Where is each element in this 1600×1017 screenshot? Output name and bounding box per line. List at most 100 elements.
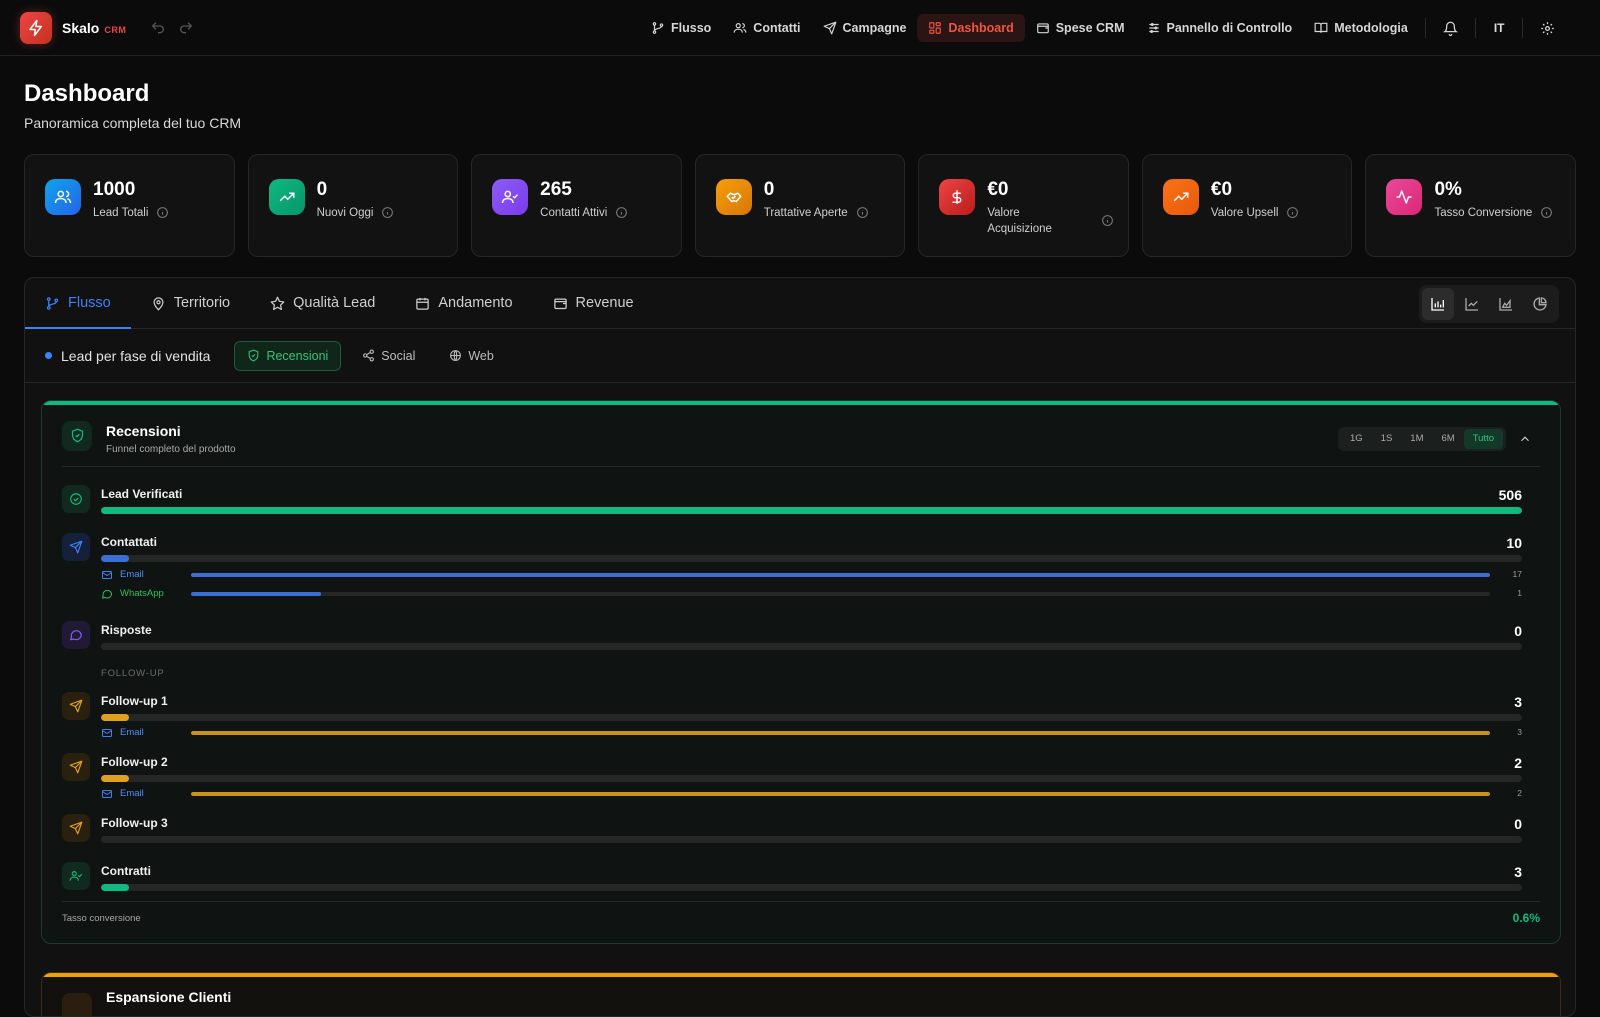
kpi-label: Trattative Aperte [763,207,848,219]
settings-button[interactable] [1529,14,1566,42]
redo-icon[interactable] [178,20,194,36]
tab-bar: Flusso Territorio Qualità Lead Andamento… [25,278,1575,329]
nav-divider [1424,18,1426,38]
stage-name: Follow-up 3 [101,816,168,830]
tab-qualita-lead[interactable]: Qualità Lead [250,278,395,328]
nav-contatti[interactable]: Contatti [722,14,811,42]
kpi-card-nuovi-oggi[interactable]: 0 Nuovi Oggi [247,154,459,257]
kpi-card-trattative-aperte[interactable]: 0 Trattative Aperte [694,154,906,257]
period-1m[interactable]: 1M [1401,429,1432,449]
nav-flusso[interactable]: Flusso [640,14,722,42]
language-switcher[interactable]: IT [1482,21,1517,35]
grid-icon [928,21,942,35]
wallet-icon [553,296,568,311]
funnel-stage: Lead Verificati 506 [62,485,1522,517]
kpi-card-valore-acquisizione[interactable]: €0 Valore Acquisizione [918,154,1129,257]
stage-value: 2 [1514,755,1522,771]
logo-icon[interactable] [20,11,52,44]
stage-name: Lead Verificati [101,487,183,501]
info-icon[interactable] [1286,206,1299,219]
funnel-title: Recensioni [106,423,181,439]
tab-flusso[interactable]: Flusso [25,278,131,329]
funnel-subtitle: Funnel completo del prodotto [106,444,236,455]
filter-recensioni[interactable]: Recensioni [234,340,342,371]
info-icon[interactable] [156,206,169,219]
shield-check-icon [247,349,260,362]
conversion-value: 0.6% [1512,911,1540,925]
pie-chart-icon[interactable] [1524,288,1556,320]
nav-label: Contatti [753,21,801,35]
line-chart-icon[interactable] [1456,288,1488,320]
period-6m[interactable]: 6M [1433,429,1464,449]
tab-label: Revenue [575,295,634,311]
kpi-card-contatti-attivi[interactable]: 265 Contatti Attivi [471,154,682,257]
filter-label: Social [381,348,416,363]
period-tutto[interactable]: Tutto [1463,429,1503,449]
tab-revenue[interactable]: Revenue [533,278,654,328]
filter-social[interactable]: Social [349,341,428,371]
channel-row: WhatsApp 1 [101,588,1522,600]
bar-chart-icon[interactable] [1422,288,1454,320]
main-nav: Flusso Contatti Campagne Dashboard Spese… [640,14,1566,42]
kpi-label: Nuovi Oggi [316,207,374,219]
nav-metodologia[interactable]: Metodologia [1303,14,1419,42]
stage-name: Contratti [101,864,151,878]
dollar-icon [939,179,976,215]
period-1g[interactable]: 1G [1341,429,1372,449]
tab-andamento[interactable]: Andamento [395,278,532,328]
period-1s[interactable]: 1S [1372,429,1402,449]
user-check-icon [492,179,529,215]
stage-name: Risposte [101,623,152,637]
trending-up-icon [268,179,305,215]
info-icon[interactable] [1540,206,1553,219]
stage-bar [101,507,1522,514]
funnel-stage: Risposte 0 [62,621,1522,653]
calendar-icon [415,296,430,311]
channel-row: Email 17 [101,569,1522,581]
undo-icon[interactable] [150,20,166,36]
info-icon[interactable] [615,206,628,219]
stage-bar [101,714,130,721]
kpi-label: Contatti Attivi [540,207,608,219]
nav-dashboard[interactable]: Dashboard [917,14,1025,42]
top-bar: Skalo CRM Flusso Contatti Campagne Dashb… [0,0,1600,56]
kpi-value: 265 [540,179,572,200]
funnel-stage: Contattati 10 Email 17 WhatsApp 1 [62,533,1522,609]
mail-icon [101,788,113,800]
kpi-label: Valore Acquisizione [987,207,1052,235]
stage-track [101,507,1522,514]
nav-campagne[interactable]: Campagne [812,14,918,42]
channel-name: Email [120,727,144,738]
send-icon [62,814,90,842]
stage-value: 0 [1514,816,1522,832]
channel-bar [191,792,1490,796]
channel-value: 1 [1517,588,1522,598]
area-chart-icon[interactable] [1490,288,1522,320]
share-icon [362,349,375,362]
nav-pannello[interactable]: Pannello di Controllo [1136,14,1304,42]
stage-value: 10 [1506,535,1522,551]
tab-label: Qualità Lead [293,295,376,311]
conversion-row: Tasso conversione 0.6% [62,901,1540,941]
kpi-card-tasso-conversione[interactable]: 0% Tasso Conversione [1365,154,1577,257]
nav-spese-crm[interactable]: Spese CRM [1025,14,1136,42]
kpi-card-lead-totali[interactable]: 1000 Lead Totali [24,154,235,257]
funnel-stage: Follow-up 1 3 Email 3 [62,692,1522,738]
info-icon[interactable] [381,206,394,219]
kpi-value: 0 [316,179,328,200]
tab-territorio[interactable]: Territorio [131,278,250,328]
kpi-value: €0 [1210,179,1233,200]
status-dot [45,352,52,359]
send-icon [823,21,837,35]
analytics-panel: Flusso Territorio Qualità Lead Andamento… [24,277,1576,1017]
stage-value: 506 [1498,487,1522,503]
book-icon [1314,21,1328,35]
kpi-card-valore-upsell[interactable]: €0 Valore Upsell [1141,154,1353,257]
filter-web[interactable]: Web [436,341,506,371]
info-icon[interactable] [856,206,869,219]
notifications-button[interactable] [1432,14,1469,42]
info-icon[interactable] [1101,214,1114,227]
nav-divider [1522,18,1524,38]
chevron-up-icon[interactable] [1518,432,1532,446]
stage-bar [101,775,130,782]
